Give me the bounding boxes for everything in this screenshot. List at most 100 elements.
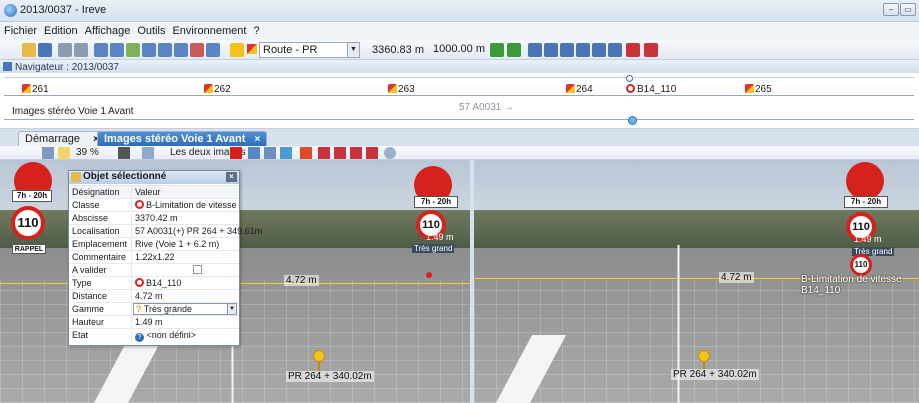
no-trucks-sign xyxy=(846,162,884,200)
prop-row-classe[interactable]: Classe B-Limitation de vitesse xyxy=(69,198,239,212)
tab-bar: Démarrage × Images stéréo Voie 1 Avant × xyxy=(0,129,919,146)
zoom-value[interactable]: 39 % xyxy=(76,147,99,158)
menu-edition[interactable]: Edition xyxy=(40,22,81,37)
menu-fichier[interactable]: Fichier xyxy=(0,22,40,37)
close-icon[interactable]: × xyxy=(255,134,261,145)
camera-icon[interactable] xyxy=(264,147,276,159)
delete-icon[interactable] xyxy=(230,147,242,159)
prop-row-gamme[interactable]: Gamme ? Très grande ▼ xyxy=(69,302,239,316)
nav-point-263[interactable]: 263 xyxy=(388,84,415,95)
panel-title: Objet sélectionné xyxy=(83,171,167,182)
panel-header[interactable]: Objet sélectionné × xyxy=(69,171,239,184)
chevron-down-icon[interactable]: ▼ xyxy=(227,304,236,314)
pr-label: PR 264 + 340.02m xyxy=(671,369,759,380)
toggle-panel-icon[interactable] xyxy=(42,147,54,159)
height-label: 1.49 m xyxy=(426,232,454,242)
nav-cursor[interactable] xyxy=(628,116,637,125)
sign-marker[interactable] xyxy=(426,272,432,278)
angle-icon[interactable] xyxy=(350,147,362,159)
table-icon[interactable] xyxy=(158,43,172,57)
route-select[interactable]: Route - PR ▼ xyxy=(259,42,360,58)
go-start-icon[interactable] xyxy=(490,43,504,57)
distance-label: 4.72 m xyxy=(284,275,319,286)
stereo-image-right[interactable]: 7h - 20h 110 1.49 m Très grand 110 B-Lim… xyxy=(474,160,919,403)
position-value: 3360.83 m xyxy=(372,44,424,56)
title-bar: 2013/0037 - Ireve – ▭ xyxy=(0,0,919,22)
prop-row-etat[interactable]: Etat? <non défini> xyxy=(69,328,239,342)
record-forward-icon[interactable] xyxy=(644,43,658,57)
nav-road-label: 57 A0031 → xyxy=(459,102,515,113)
tab-demarrage[interactable]: Démarrage × xyxy=(18,131,106,146)
class-label: B-Limitation de vitesse B14_110 xyxy=(801,274,902,296)
gamme-select[interactable]: ? Très grande ▼ xyxy=(133,303,237,315)
prop-row-abscisse[interactable]: Abscisse 3370.42 m xyxy=(69,211,239,225)
export-icon[interactable] xyxy=(206,43,220,57)
marker-icon[interactable] xyxy=(300,147,312,159)
prop-row-type[interactable]: Type B14_110 xyxy=(69,276,239,290)
point-icon[interactable] xyxy=(318,147,330,159)
menu-affichage[interactable]: Affichage xyxy=(81,22,134,37)
nav-point-262[interactable]: 262 xyxy=(204,84,231,95)
nav-cursor-top[interactable] xyxy=(626,75,633,82)
menu-bar: Fichier Edition Affichage Outils Environneme… xyxy=(0,22,919,40)
app-icon xyxy=(4,4,17,17)
triangle-icon[interactable] xyxy=(366,147,378,159)
nav-point-sign[interactable]: B14_110 xyxy=(626,84,676,95)
prop-row-localisation[interactable]: Localisation 57 A0031(+) PR 264 + 349.61m xyxy=(69,224,262,238)
selected-speed-sign[interactable]: 110 xyxy=(850,254,872,276)
first-icon[interactable] xyxy=(528,43,542,57)
report-icon[interactable] xyxy=(190,43,204,57)
close-icon[interactable]: × xyxy=(226,172,237,182)
contrast-icon[interactable] xyxy=(118,147,130,159)
navigator-panel[interactable]: 261 262 263 264 B14_110 265 Images stéré… xyxy=(0,73,919,129)
nav-point-261[interactable]: 261 xyxy=(22,84,49,95)
restore-button[interactable]: ▭ xyxy=(900,3,916,16)
nav-point-264[interactable]: 264 xyxy=(566,84,593,95)
prop-row-a-valider[interactable]: A valider xyxy=(69,263,239,277)
split-view-icon[interactable] xyxy=(142,147,154,159)
last-icon[interactable] xyxy=(608,43,622,57)
menu-help[interactable]: ? xyxy=(249,22,262,37)
time-plate: 7h - 20h xyxy=(12,190,52,202)
open-icon[interactable] xyxy=(22,43,36,57)
navigator-icon xyxy=(3,62,12,71)
prop-row-hauteur[interactable]: Hauteur 1.49 m xyxy=(69,315,239,329)
map-icon[interactable] xyxy=(126,43,140,57)
distance-select[interactable]: 1000.00 m ▼ xyxy=(430,42,488,66)
pr-pin-stem xyxy=(318,361,320,371)
chevron-down-icon[interactable]: ▼ xyxy=(347,43,359,57)
undo-icon[interactable] xyxy=(58,43,72,57)
minimize-button[interactable]: – xyxy=(883,3,899,16)
nav-point-265[interactable]: 265 xyxy=(745,84,772,95)
prev-icon[interactable] xyxy=(560,43,574,57)
layers-icon[interactable] xyxy=(142,43,156,57)
chart-icon[interactable] xyxy=(174,43,188,57)
nav-track-label: Images stéréo Voie 1 Avant xyxy=(12,106,134,117)
prop-row-distance[interactable]: Distance 4.72 m xyxy=(69,289,239,303)
globe-icon[interactable] xyxy=(280,147,292,159)
prop-row-commentaire[interactable]: Commentaire 1.22x1.22 xyxy=(69,250,239,264)
save-icon[interactable] xyxy=(38,43,52,57)
no-entry-icon xyxy=(135,200,144,209)
route-marker-icon xyxy=(230,43,244,57)
grid-icon[interactable] xyxy=(110,43,124,57)
next-fast-icon[interactable] xyxy=(592,43,606,57)
record-back-icon[interactable] xyxy=(626,43,640,57)
prev-fast-icon[interactable] xyxy=(544,43,558,57)
redo-icon[interactable] xyxy=(74,43,88,57)
measure-icon[interactable] xyxy=(248,147,260,159)
tab-images-stereo[interactable]: Images stéréo Voie 1 Avant × xyxy=(97,131,268,146)
prop-row-emplacement[interactable]: Emplacement Rive (Voie 1 + 6.2 m) xyxy=(69,237,239,251)
line-icon[interactable] xyxy=(334,147,346,159)
a-valider-checkbox[interactable] xyxy=(193,265,202,274)
highlight-icon[interactable] xyxy=(58,147,70,159)
menu-environnement[interactable]: Environnement xyxy=(168,22,249,37)
menu-outils[interactable]: Outils xyxy=(133,22,168,37)
view-icon[interactable] xyxy=(94,43,108,57)
go-end-icon[interactable] xyxy=(507,43,521,57)
images-select[interactable]: Les deux images ▼ xyxy=(170,147,255,158)
settings-icon[interactable] xyxy=(384,147,396,159)
view-toolbar: 39 % Les deux images ▼ xyxy=(0,146,919,160)
selected-object-panel[interactable]: Objet sélectionné × Désignation Valeur C… xyxy=(68,170,262,346)
next-icon[interactable] xyxy=(576,43,590,57)
